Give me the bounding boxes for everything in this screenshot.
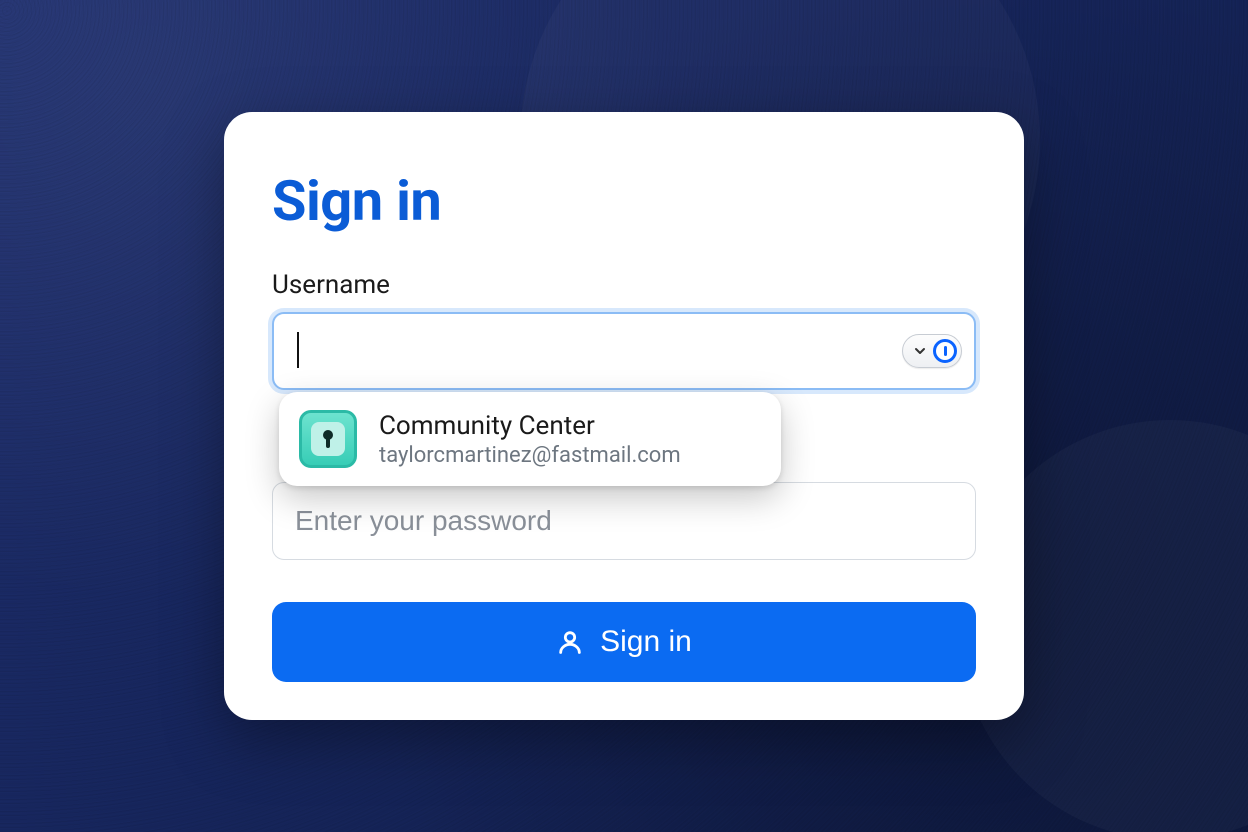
password-manager-inline-button[interactable] bbox=[902, 334, 962, 368]
signin-button[interactable]: Sign in bbox=[272, 602, 976, 682]
autofill-suggestion-title: Community Center bbox=[379, 411, 681, 441]
username-label: Username bbox=[272, 270, 976, 300]
username-field-wrap: Community Center taylorcmartinez@fastmai… bbox=[272, 312, 976, 390]
onepassword-icon bbox=[933, 339, 957, 363]
username-input[interactable] bbox=[272, 312, 976, 390]
signin-button-label: Sign in bbox=[600, 625, 692, 659]
person-icon bbox=[556, 628, 584, 656]
vault-item-icon bbox=[299, 410, 357, 468]
chevron-down-icon bbox=[911, 342, 929, 360]
autofill-suggestion[interactable]: Community Center taylorcmartinez@fastmai… bbox=[279, 392, 781, 486]
page-title: Sign in bbox=[272, 168, 976, 234]
autofill-suggestion-subtitle: taylorcmartinez@fastmail.com bbox=[379, 443, 681, 468]
password-input[interactable] bbox=[272, 482, 976, 560]
password-field-wrap bbox=[272, 482, 976, 560]
text-caret bbox=[297, 332, 299, 368]
keyhole-icon bbox=[322, 430, 334, 448]
signin-card: Sign in Username Community Center taylor… bbox=[224, 112, 1024, 720]
